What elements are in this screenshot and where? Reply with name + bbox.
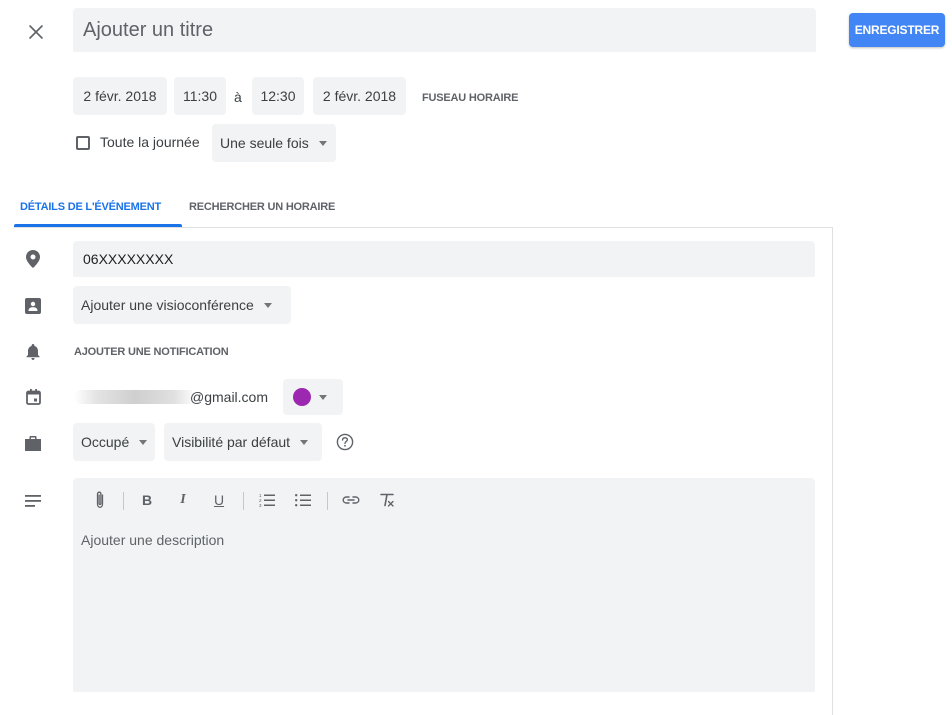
save-button[interactable]: ENREGISTRER <box>849 13 945 47</box>
end-date-text: 2 févr. 2018 <box>322 88 397 104</box>
conference-label: Ajouter une visioconférence <box>81 297 254 313</box>
dropdown-arrow-icon <box>318 140 327 146</box>
add-notification-button[interactable]: AJOUTER UNE NOTIFICATION <box>74 346 229 358</box>
conference-dropdown[interactable]: Ajouter une visioconférence <box>73 286 291 324</box>
clear-formatting-icon <box>380 493 394 507</box>
time-separator: à <box>234 89 242 105</box>
calendar-color-dropdown[interactable] <box>283 379 343 415</box>
visibility-value: Visibilité par défaut <box>172 434 291 450</box>
italic-button[interactable]: I <box>171 486 195 514</box>
location-pin-icon <box>24 250 42 268</box>
dropdown-arrow-icon <box>319 395 327 400</box>
bold-label: B <box>141 492 153 508</box>
clear-formatting-button[interactable] <box>375 486 399 514</box>
availability-dropdown[interactable]: Occupé <box>73 423 155 461</box>
start-time-text: 11:30 <box>183 88 217 104</box>
title-input[interactable] <box>73 8 816 52</box>
close-icon <box>29 25 43 39</box>
end-time-text: 12:30 <box>260 88 296 104</box>
visibility-dropdown[interactable]: Visibilité par défaut <box>164 423 322 461</box>
panel-border <box>832 227 833 715</box>
link-icon <box>342 496 360 504</box>
svg-text:3: 3 <box>259 503 262 507</box>
underline-button[interactable]: U <box>207 486 231 514</box>
bell-icon <box>24 343 42 361</box>
help-circle-icon <box>336 433 354 451</box>
end-date-button[interactable]: 2 févr. 2018 <box>313 77 406 115</box>
repeat-value: Une seule fois <box>220 135 309 151</box>
start-date-button[interactable]: 2 févr. 2018 <box>73 77 167 115</box>
tab-event-details[interactable]: DÉTAILS DE L'ÉVÉNEMENT <box>20 201 161 213</box>
notes-icon <box>24 492 42 510</box>
email-redacted <box>74 390 196 404</box>
close-button[interactable] <box>22 18 50 46</box>
bulleted-list-icon <box>295 494 311 507</box>
italic-label: I <box>180 492 186 507</box>
calendar-icon <box>24 388 42 406</box>
numbered-list-button[interactable]: 123 <box>255 486 279 514</box>
numbered-list-icon: 123 <box>259 493 275 507</box>
bold-button[interactable]: B <box>135 486 159 514</box>
start-date-text: 2 févr. 2018 <box>83 88 157 104</box>
help-button[interactable] <box>335 432 355 452</box>
start-time-button[interactable]: 11:30 <box>174 77 226 115</box>
timezone-button[interactable]: FUSEAU HORAIRE <box>422 92 518 104</box>
dropdown-arrow-icon <box>139 439 148 445</box>
toolbar-separator <box>327 492 328 510</box>
dropdown-arrow-icon <box>263 302 272 308</box>
dropdown-arrow-icon <box>300 439 309 445</box>
repeat-dropdown[interactable]: Une seule fois <box>212 124 336 162</box>
description-input[interactable] <box>73 522 815 692</box>
calendar-email-suffix: @gmail.com <box>190 389 269 405</box>
location-input[interactable] <box>73 241 815 277</box>
allday-checkbox[interactable] <box>76 136 90 150</box>
calendar-color-dot <box>293 388 311 406</box>
availability-value: Occupé <box>81 434 130 450</box>
underline-label: U <box>213 492 225 508</box>
tab-divider <box>14 227 832 228</box>
toolbar-separator <box>243 492 244 510</box>
attachment-icon <box>96 491 104 508</box>
bulleted-list-button[interactable] <box>291 486 315 514</box>
link-button[interactable] <box>339 486 363 514</box>
video-conference-icon <box>24 297 42 315</box>
briefcase-icon <box>24 434 42 452</box>
tab-find-time[interactable]: RECHERCHER UN HORAIRE <box>189 201 335 213</box>
end-time-button[interactable]: 12:30 <box>252 77 304 115</box>
toolbar-separator <box>123 492 124 510</box>
description-editor: B I U 123 <box>73 478 815 692</box>
allday-label: Toute la journée <box>100 134 200 150</box>
attachment-button[interactable] <box>88 486 112 514</box>
